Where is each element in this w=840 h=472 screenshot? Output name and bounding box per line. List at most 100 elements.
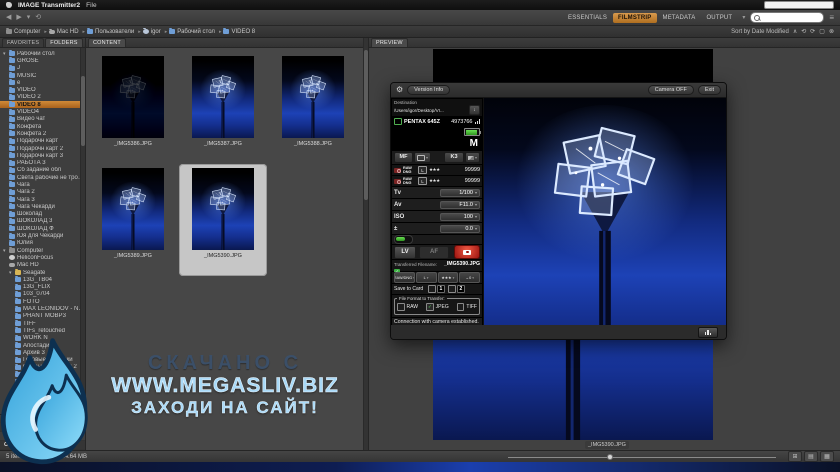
folder-tree-item[interactable]: ▾ Чага Чекарди — [0, 203, 85, 210]
quick-setting-dropdown[interactable]: RAW/DNG — [394, 272, 415, 283]
gear-icon[interactable]: ⚙ — [396, 86, 403, 94]
breadcrumb-item[interactable]: Mac HD ▸ — [49, 29, 85, 35]
drive-mode-dropdown[interactable] — [414, 152, 431, 163]
folder-tree-item[interactable]: ▾ Конфета — [0, 123, 85, 130]
histogram-toggle-button[interactable] — [698, 327, 718, 338]
rotate-right-icon[interactable]: ⟳ — [810, 28, 815, 35]
rotate-left-icon[interactable]: ⟲ — [801, 28, 806, 35]
exit-button[interactable]: Exit — [698, 85, 721, 95]
format-checkbox[interactable] — [457, 303, 465, 311]
boomerang-icon[interactable]: ⟲ — [35, 14, 41, 21]
card-file-row[interactable]: RAW DNG L ★★★ 99999 — [392, 165, 482, 175]
quick-setting-dropdown[interactable]: ★★★ — [438, 272, 459, 283]
thumbnail[interactable]: _IMG5388.JPG — [269, 52, 357, 164]
folder-tree-item[interactable]: ▾ Computer — [0, 247, 85, 254]
panel-tab[interactable]: FOLDERS — [45, 38, 82, 47]
thumbnail[interactable]: _IMG5390.JPG — [179, 164, 267, 276]
autofocus-button[interactable]: AF — [419, 246, 449, 259]
folder-tree-item[interactable]: ▾ Чага — [0, 181, 85, 188]
quick-setting-dropdown[interactable]: L — [416, 272, 437, 283]
scrollbar-thumb[interactable] — [364, 50, 368, 200]
menubar-menu-file[interactable]: File — [86, 2, 96, 9]
exposure-value-dropdown[interactable]: 1/100 — [440, 189, 480, 197]
folder-tree-item[interactable]: ▾ Видео чат — [0, 116, 85, 123]
view-detail-button[interactable]: ▦ — [820, 451, 834, 462]
tab-content[interactable]: CONTENT — [88, 38, 126, 47]
slider-track[interactable] — [508, 457, 776, 458]
workspace-tab[interactable]: ESSENTIALS — [563, 13, 612, 23]
folder-tree-item[interactable]: ▾ MAX LEONIDOV - NAB - 2017 — [0, 305, 85, 312]
folder-tree-item[interactable]: ▾ РАБОТА 3 — [0, 159, 85, 166]
breadcrumb-item[interactable]: VIDEO 8 ▸ — [223, 29, 255, 35]
breadcrumb-item[interactable]: Рабочий стол ▸ — [169, 29, 221, 35]
sort-label[interactable]: Sort by Date Modified — [731, 29, 789, 35]
breadcrumb-item[interactable]: igor ▸ — [143, 29, 168, 35]
view-grid-button[interactable]: ⊞ — [788, 451, 802, 462]
back-icon[interactable]: ◀ — [6, 14, 11, 21]
slider-thumb[interactable] — [607, 454, 613, 460]
breadcrumb-item[interactable]: Computer ▸ — [6, 29, 47, 35]
folder-tree-item[interactable]: ▾ ШОКОЛАД 3 — [0, 218, 85, 225]
folder-tree-item[interactable]: ▾ Конфета 2 — [0, 130, 85, 137]
folder-tree-item[interactable]: ▾ Рабочий стол — [0, 50, 85, 57]
thumbnail[interactable]: _IMG5387.JPG — [179, 52, 267, 164]
folder-tree-item[interactable]: ▾ Шоколад — [0, 211, 85, 218]
apple-icon[interactable] — [6, 2, 12, 8]
forward-icon[interactable]: ▶ — [16, 14, 21, 21]
tab-preview[interactable]: PREVIEW — [371, 38, 408, 47]
camera-off-button[interactable]: Camera OFF — [648, 85, 694, 95]
disclosure-icon[interactable]: ▾ — [3, 51, 7, 57]
folder-tree-item[interactable]: ▾ Юлия — [0, 240, 85, 247]
folder-tree-item[interactable]: ▾ 103_0704 — [0, 291, 85, 298]
folder-tree-item[interactable]: ▾ Mac HD — [0, 262, 85, 269]
format-checkbox[interactable] — [397, 303, 405, 311]
folder-tree-item[interactable]: ▾ GROSE — [0, 57, 85, 64]
exposure-value-dropdown[interactable]: 100 — [440, 213, 480, 221]
image-settings-dropdown[interactable] — [465, 152, 480, 163]
folder-tree-item[interactable]: ▾ Света рабочие не трогать — [0, 174, 85, 181]
menubar-search-field[interactable] — [764, 1, 834, 9]
card-checkbox[interactable] — [448, 285, 456, 293]
workspace-tab[interactable]: FILMSTRIP — [613, 13, 656, 23]
green-toggle[interactable] — [394, 235, 413, 244]
folder-tree-item[interactable]: ▾ Подарочн карт 3 — [0, 152, 85, 159]
destination-path[interactable]: /Users/igor/Desktop/VI... — [394, 108, 467, 113]
card-checkbox[interactable] — [428, 285, 436, 293]
tether-titlebar[interactable]: ⚙ Version Info Camera OFF Exit — [391, 83, 726, 98]
folder-tree-item[interactable]: ▾ Чага 2 — [0, 189, 85, 196]
recent-dropdown-icon[interactable]: ▾ — [27, 14, 31, 21]
white-balance-button[interactable]: K3 — [444, 152, 464, 163]
card-file-row[interactable]: RAW DNG L ★★★ 99999 — [392, 176, 482, 186]
folder-tree-item[interactable]: ▾ HeliconFocus — [0, 254, 85, 261]
folder-tree-item[interactable]: ▾ 13G_TB04 — [0, 276, 85, 283]
exposure-value-dropdown[interactable]: 0.0 — [440, 225, 480, 233]
sort-direction-icon[interactable]: ∧ — [793, 28, 797, 35]
panel-tab[interactable]: FAVORITES — [2, 38, 44, 47]
exposure-value-dropdown[interactable]: F11.0 — [440, 201, 480, 209]
workspace-tab[interactable]: METADATA — [658, 13, 701, 23]
quick-setting-dropdown[interactable]: →0 — [459, 272, 480, 283]
view-list-button[interactable]: ▤ — [804, 451, 818, 462]
version-info-button[interactable]: Version Info — [407, 85, 450, 95]
workspace-tab[interactable]: OUTPUT — [701, 13, 737, 23]
search-input[interactable] — [750, 12, 824, 23]
folder-tree-item[interactable]: ▾ VIDEO4 — [0, 108, 85, 115]
delete-icon[interactable]: ⊗ — [829, 28, 834, 35]
disclosure-icon[interactable]: ▾ — [9, 270, 13, 276]
folder-tree-item[interactable]: ▾ TIFF — [0, 320, 85, 327]
choose-destination-icon[interactable]: ↓ — [469, 105, 480, 115]
thumbnail[interactable]: _IMG5386.JPG — [89, 52, 177, 164]
format-option[interactable]: RAW — [397, 303, 418, 311]
breadcrumb-item[interactable]: Пользователи ▸ — [87, 29, 141, 35]
folder-tree-item[interactable]: ▾ VIDEO 2 — [0, 94, 85, 101]
folder-tree-item[interactable]: ▾ Подарочн карт 2 — [0, 145, 85, 152]
live-view-button[interactable]: LV — [394, 246, 416, 259]
folder-tree-item[interactable]: ▾ TIFs_retouched — [0, 327, 85, 334]
folder-tree-item[interactable]: ▾ e — [0, 79, 85, 86]
format-option[interactable]: JPEG — [426, 303, 449, 311]
folder-tree-item[interactable]: ▾ 13G_FLIX — [0, 284, 85, 291]
folder-tree-item[interactable]: ▾ J — [0, 65, 85, 72]
format-checkbox[interactable] — [426, 303, 434, 311]
folder-tree-item[interactable]: ▾ PHANT MOBP3 — [0, 313, 85, 320]
list-menu-icon[interactable]: ≡ — [829, 13, 834, 22]
